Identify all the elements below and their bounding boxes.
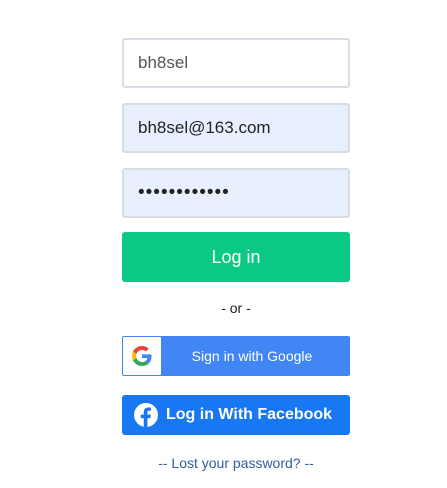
google-sign-in-button[interactable]: Sign in with Google	[122, 336, 350, 376]
email-input[interactable]	[122, 103, 350, 153]
login-button[interactable]: Log in	[122, 232, 350, 282]
lost-password-link[interactable]: -- Lost your password? --	[122, 455, 350, 471]
login-form: Log in - or - Sign in with Google Log in…	[122, 38, 350, 471]
facebook-login-button[interactable]: Log in With Facebook	[122, 395, 350, 435]
or-separator: - or -	[221, 300, 251, 316]
facebook-f-icon	[134, 403, 158, 427]
username-input[interactable]	[122, 38, 350, 88]
facebook-login-label: Log in With Facebook	[166, 406, 333, 423]
google-g-icon	[132, 346, 152, 366]
google-sign-in-label: Sign in with Google	[191, 348, 313, 364]
password-input[interactable]	[122, 168, 350, 218]
